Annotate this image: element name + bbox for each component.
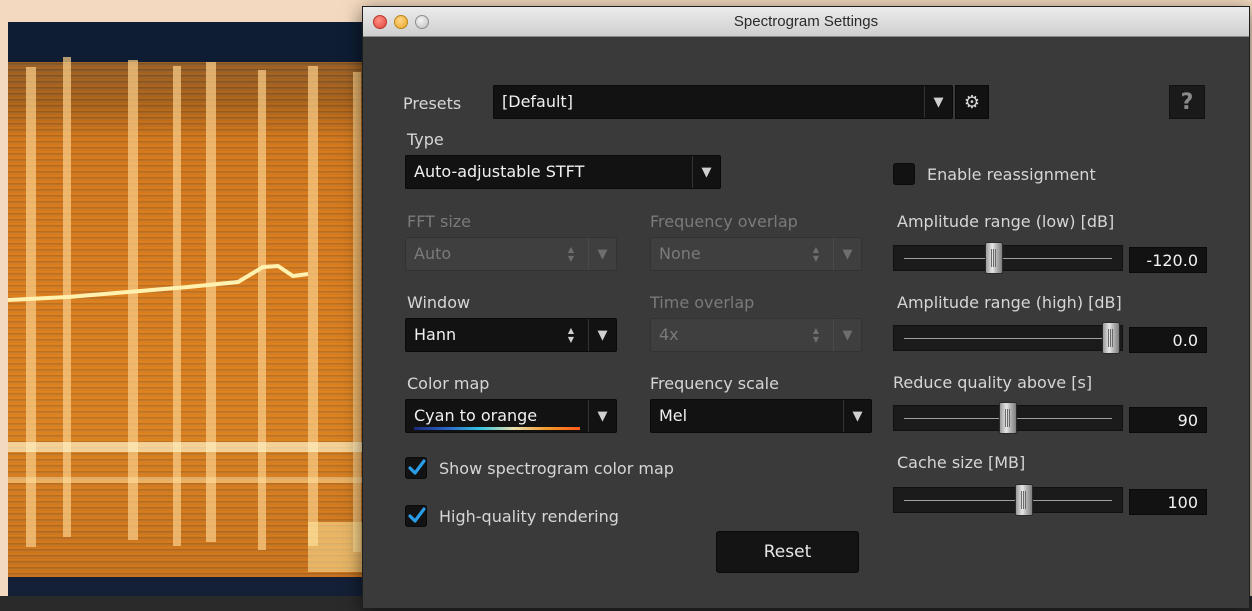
- window-title: Spectrogram Settings: [733, 13, 879, 30]
- presets-value: [Default]: [502, 92, 573, 111]
- frequency-scale-label: Frequency scale: [650, 374, 779, 393]
- type-dropdown[interactable]: Auto-adjustable STFT ▼: [405, 155, 721, 189]
- window-select[interactable]: Hann ▲ ▼ ▼: [405, 318, 617, 352]
- type-label: Type: [407, 130, 444, 149]
- stepper-icon: ▲ ▼: [567, 245, 575, 263]
- color-map-value: Cyan to orange: [414, 406, 538, 425]
- chevron-down-icon: ▼: [588, 400, 616, 432]
- enable-reassignment-label: Enable reassignment: [927, 165, 1096, 184]
- title-bar[interactable]: Spectrogram Settings: [363, 7, 1249, 37]
- type-value: Auto-adjustable STFT: [414, 162, 585, 181]
- stepper-icon: ▲ ▼: [812, 245, 820, 263]
- presets-settings-button[interactable]: ⚙: [955, 85, 989, 119]
- amplitude-high-slider[interactable]: [893, 322, 1123, 354]
- high-quality-rendering-checkbox[interactable]: [405, 505, 427, 527]
- time-overlap-value: 4x: [659, 325, 679, 344]
- checkmark-icon: [408, 459, 426, 475]
- amplitude-low-slider[interactable]: [893, 242, 1123, 274]
- cache-size-thumb[interactable]: [1015, 484, 1033, 516]
- cache-size-input[interactable]: 100: [1129, 489, 1207, 515]
- time-overlap-select: 4x ▲ ▼ ▼: [650, 318, 862, 352]
- chevron-down-icon: ▼: [924, 86, 952, 118]
- presets-dropdown[interactable]: [Default] ▼: [493, 85, 953, 119]
- reduce-quality-slider[interactable]: [893, 402, 1123, 434]
- time-overlap-label: Time overlap: [650, 293, 755, 312]
- reduce-quality-label: Reduce quality above [s]: [893, 373, 1093, 392]
- help-icon: ?: [1180, 89, 1194, 115]
- background-spectrogram: [8, 22, 388, 602]
- spectrogram-settings-dialog: Spectrogram Settings Presets [Default] ▼…: [362, 6, 1250, 609]
- chevron-down-icon: ▼: [833, 319, 861, 351]
- cache-size-slider[interactable]: [893, 484, 1123, 516]
- window-value: Hann: [414, 325, 457, 344]
- color-map-preview: [414, 427, 580, 430]
- amplitude-low-label: Amplitude range (low) [dB]: [897, 212, 1115, 231]
- checkmark-icon: [408, 507, 426, 523]
- show-color-map-checkbox[interactable]: [405, 457, 427, 479]
- window-label: Window: [407, 293, 471, 312]
- cache-size-label: Cache size [MB]: [897, 453, 1026, 472]
- amplitude-low-thumb[interactable]: [985, 242, 1003, 274]
- chevron-down-icon: ▼: [588, 319, 616, 351]
- amplitude-high-input[interactable]: 0.0: [1129, 327, 1207, 353]
- stepper-icon: ▲ ▼: [812, 326, 820, 344]
- frequency-overlap-select: None ▲ ▼ ▼: [650, 237, 862, 271]
- show-color-map-label: Show spectrogram color map: [439, 459, 674, 478]
- chevron-down-icon: ▼: [843, 400, 871, 432]
- high-quality-rendering-label: High-quality rendering: [439, 507, 619, 526]
- amplitude-high-thumb[interactable]: [1102, 322, 1120, 354]
- amplitude-low-input[interactable]: -120.0: [1129, 247, 1207, 273]
- frequency-scale-dropdown[interactable]: Mel ▼: [650, 399, 872, 433]
- chevron-down-icon: ▼: [833, 238, 861, 270]
- help-button[interactable]: ?: [1169, 85, 1205, 119]
- frequency-overlap-label: Frequency overlap: [650, 212, 798, 231]
- fft-size-select: Auto ▲ ▼ ▼: [405, 237, 617, 271]
- presets-label: Presets: [403, 94, 462, 113]
- reduce-quality-input[interactable]: 90: [1129, 407, 1207, 433]
- chevron-down-icon: ▼: [588, 238, 616, 270]
- reset-button[interactable]: Reset: [716, 531, 859, 573]
- enable-reassignment-checkbox[interactable]: [893, 163, 915, 185]
- reduce-quality-thumb[interactable]: [999, 402, 1017, 434]
- fft-size-label: FFT size: [407, 212, 472, 231]
- gear-icon: ⚙: [963, 91, 981, 113]
- color-map-label: Color map: [407, 374, 490, 393]
- amplitude-high-label: Amplitude range (high) [dB]: [897, 293, 1122, 312]
- frequency-overlap-value: None: [659, 244, 701, 263]
- stepper-icon[interactable]: ▲ ▼: [560, 322, 582, 348]
- fft-size-value: Auto: [414, 244, 452, 263]
- color-map-dropdown[interactable]: Cyan to orange ▼: [405, 399, 617, 433]
- frequency-scale-value: Mel: [659, 406, 688, 425]
- chevron-down-icon: ▼: [692, 156, 720, 188]
